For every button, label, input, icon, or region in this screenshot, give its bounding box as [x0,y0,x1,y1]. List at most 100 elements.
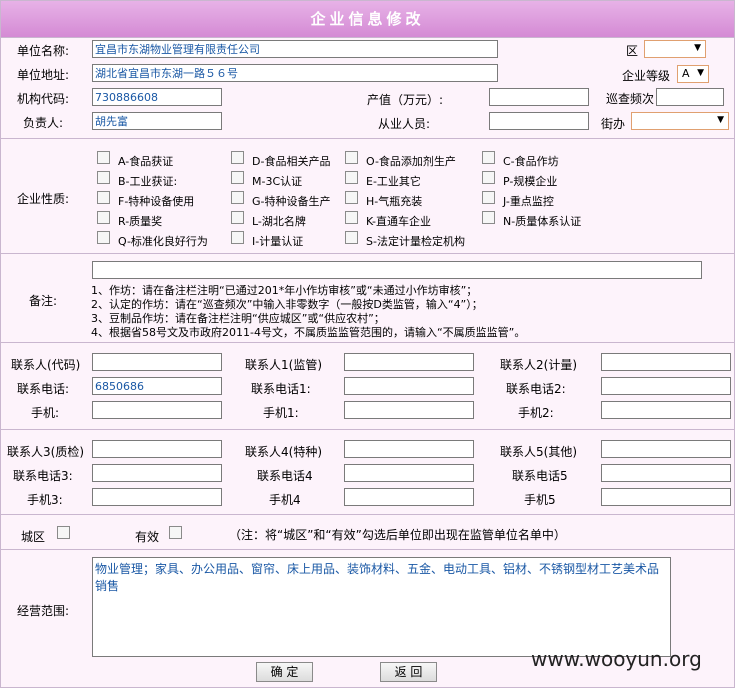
nature-option-label: F-特种设备使用 [118,195,195,208]
staff-input[interactable] [489,112,589,130]
chevron-down-icon: ▼ [717,115,724,125]
mobile-2-input[interactable] [601,401,731,419]
nature-option-label: L-湖北名牌 [252,215,306,228]
nature-checkbox[interactable] [231,191,244,204]
mobile-1-label: 手机1: [263,406,299,420]
scope-textarea[interactable]: 物业管理；家具、办公用品、窗帘、床上用品、装饰材料、五金、电动工具、铝材、不锈钢… [92,557,671,657]
phone-5-input[interactable] [601,464,731,482]
nature-checkbox[interactable] [97,151,110,164]
nature-option-label: P-规模企业 [503,175,558,188]
nature-checkbox[interactable] [97,231,110,244]
nature-option-label: B-工业获证: [118,175,178,188]
valid-checkbox[interactable] [169,526,182,539]
nature-option-label: S-法定计量检定机构 [366,235,465,248]
contact-5-input[interactable] [601,440,731,458]
nature-checkbox[interactable] [345,171,358,184]
nature-checkbox[interactable] [482,151,495,164]
phone-4-input[interactable] [344,464,474,482]
phone-2-label: 联系电话2: [506,382,566,396]
nature-option-label: H-气瓶充装 [366,195,423,208]
org-code-label: 机构代码: [17,92,70,106]
output-input[interactable] [489,88,589,106]
nature-option-label: Q-标准化良好行为 [118,235,208,248]
contact-4-input[interactable] [344,440,474,458]
nature-checkbox[interactable] [482,191,495,204]
unit-address-input[interactable] [92,64,498,82]
notes-section: 备注: 1、作坊：请在备注栏注明“已通过201*年小作坊审核”或“未通过小作坊审… [1,253,734,342]
contact-0-input[interactable] [92,353,222,371]
basic-info-section: 单位名称: 区 ▼ 单位地址: 企业等级 A▼ 机构代码: 产值（万元）: 巡查… [1,37,734,138]
phone-1-input[interactable] [344,377,474,395]
nature-checkbox[interactable] [482,171,495,184]
watermark: www.wooyun.org [531,647,702,671]
phone-2-input[interactable] [601,377,731,395]
contact-2-label: 联系人2(计量) [500,358,577,372]
form-frame: 企业信息修改 单位名称: 区 ▼ 单位地址: 企业等级 A▼ 机构代码: 产值（… [0,0,735,688]
unit-name-input[interactable] [92,40,498,58]
leader-input[interactable] [92,112,222,130]
mobile-2-label: 手机2: [518,406,554,420]
contact-1-label: 联系人1(监管) [245,358,322,372]
contact-3-input[interactable] [92,440,222,458]
nature-option-label: A-食品获证 [118,155,174,168]
nature-option-label: J-重点监控 [503,195,554,208]
nature-checkbox[interactable] [482,211,495,224]
contacts-section-2: 联系人3(质检) 联系人4(特种) 联系人5(其他) 联系电话3: 联系电话4 … [1,429,734,514]
phone-3-input[interactable] [92,464,222,482]
contacts-section-1: 联系人(代码) 联系人1(监管) 联系人2(计量) 联系电话: 联系电话1: 联… [1,342,734,429]
phone-3-label: 联系电话3: [13,469,73,483]
contact-5-label: 联系人5(其他) [500,445,577,459]
nature-checkbox[interactable] [231,171,244,184]
contact-0-label: 联系人(代码) [11,358,81,372]
confirm-button[interactable]: 确 定 [256,662,313,682]
page-title: 企业信息修改 [1,1,734,37]
city-checkbox[interactable] [57,526,70,539]
nature-checkbox[interactable] [345,211,358,224]
street-select[interactable]: ▼ [631,112,729,130]
contact-3-label: 联系人3(质检) [7,445,84,459]
nature-option-label: O-食品添加剂生产 [366,155,456,168]
city-note: （注：将“城区”和“有效”勾选后单位即出现在监管单位名单中） [229,528,566,542]
mobile-3-label: 手机3: [27,493,63,507]
district-label: 区 [626,44,639,58]
nature-checkbox[interactable] [345,231,358,244]
contact-4-label: 联系人4(特种) [245,445,322,459]
mobile-4-label: 手机4 [269,493,301,507]
notes-label: 备注: [29,294,58,308]
output-label: 产值（万元）: [367,93,444,107]
org-code-input[interactable] [92,88,222,106]
mobile-5-input[interactable] [601,488,731,506]
phone-5-label: 联系电话5 [512,469,568,483]
nature-checkbox[interactable] [97,211,110,224]
mobile-3-input[interactable] [92,488,222,506]
nature-checkbox[interactable] [231,151,244,164]
scope-label: 经营范围: [17,604,70,618]
mobile-5-label: 手机5 [524,493,556,507]
notes-input[interactable] [92,261,702,279]
street-label: 街办 [601,117,626,131]
chevron-down-icon: ▼ [694,43,701,53]
grade-select[interactable]: A ▼ [677,65,709,83]
nature-checkbox[interactable] [231,211,244,224]
phone-0-input[interactable] [92,377,222,395]
nature-checkbox[interactable] [231,231,244,244]
grade-label: 企业等级 [622,69,671,83]
phone-1-label: 联系电话1: [251,382,311,396]
patrol-input[interactable] [656,88,724,106]
nature-checkbox[interactable] [345,151,358,164]
mobile-4-input[interactable] [344,488,474,506]
nature-checkbox[interactable] [97,191,110,204]
note-line: 4、根据省58号文及市政府2011-4号文，不属质监监管范围的，请输入“不属质监… [91,326,526,339]
contact-2-input[interactable] [601,353,731,371]
mobile-0-input[interactable] [92,401,222,419]
nature-checkbox[interactable] [345,191,358,204]
valid-label: 有效 [135,530,160,544]
nature-checkbox[interactable] [97,171,110,184]
mobile-1-input[interactable] [344,401,474,419]
contact-1-input[interactable] [344,353,474,371]
district-select[interactable]: ▼ [644,40,706,58]
back-button[interactable]: 返 回 [380,662,437,682]
unit-name-label: 单位名称: [17,44,70,58]
city-label: 城区 [21,530,46,544]
nature-option-label: K-直通车企业 [366,215,432,228]
